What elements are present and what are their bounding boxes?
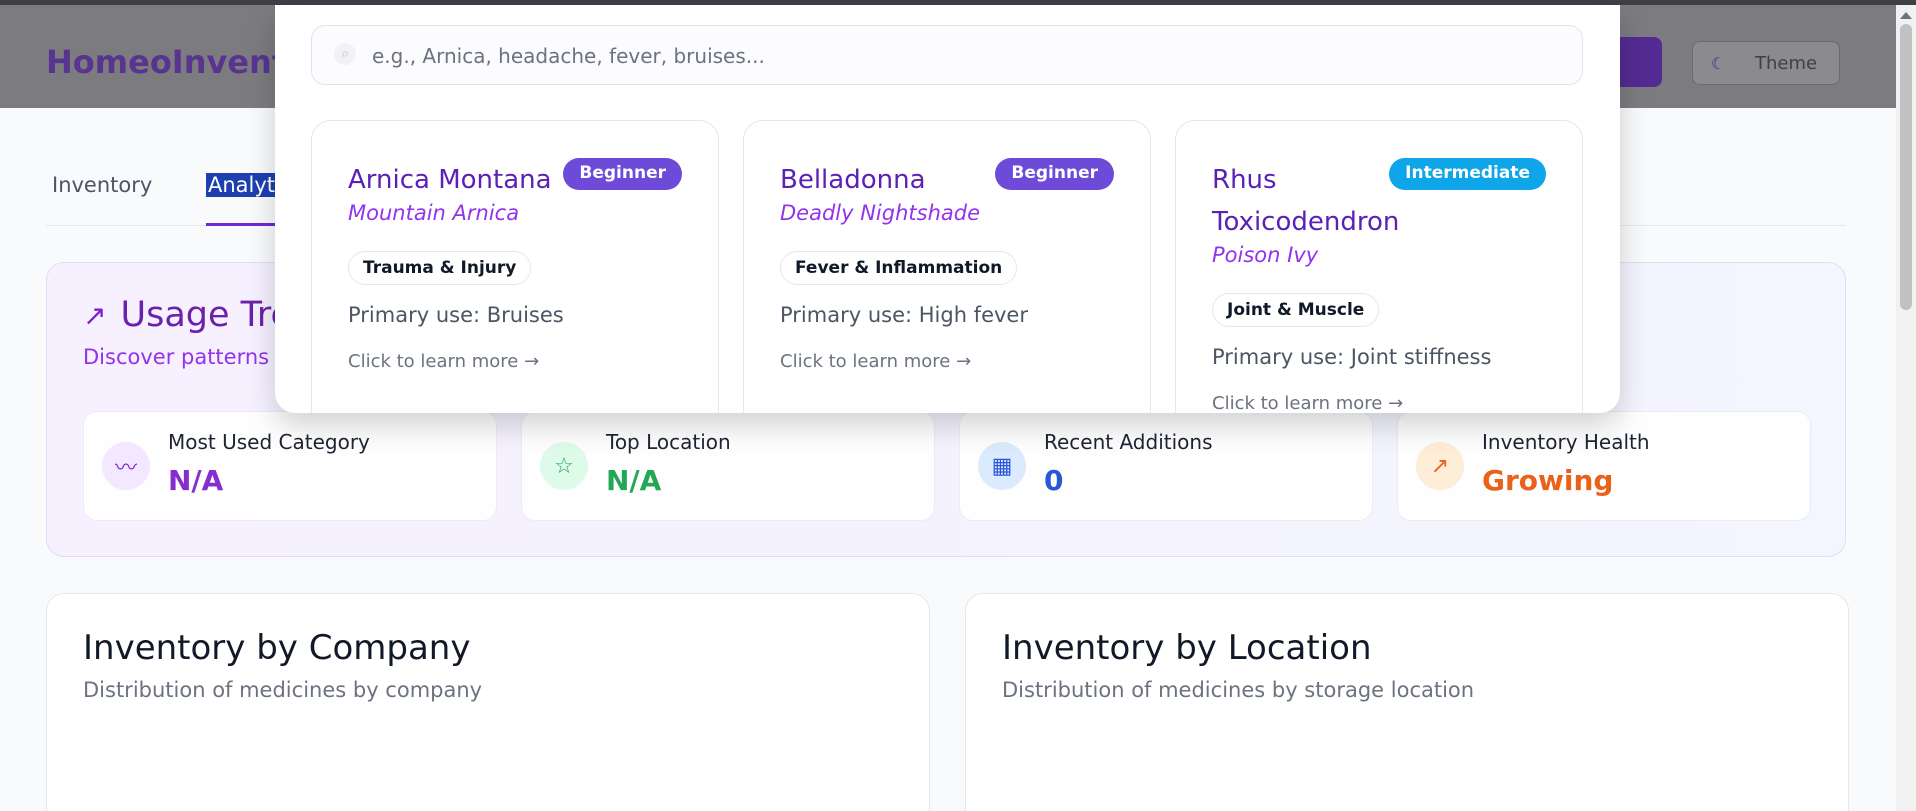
- scrollbar-thumb[interactable]: [1900, 24, 1912, 310]
- level-badge: Beginner: [563, 158, 682, 190]
- activity-icon: 〰: [102, 442, 150, 490]
- learn-more-link[interactable]: Click to learn more →: [348, 351, 539, 372]
- level-badge: Intermediate: [1389, 158, 1546, 190]
- learn-more-link[interactable]: Click to learn more →: [780, 351, 971, 372]
- panel-title: Inventory by Location: [1002, 628, 1372, 668]
- remedy-name: Belladonna: [780, 165, 926, 195]
- inventory-by-company-panel: Inventory by Company Distribution of med…: [46, 593, 930, 811]
- tab-inventory[interactable]: Inventory: [52, 168, 152, 226]
- search-icon: ⌕: [334, 43, 356, 65]
- primary-use: Primary use: Joint stiffness: [1212, 345, 1492, 369]
- remedy-common-name: Poison Ivy: [1212, 243, 1319, 267]
- category-tag: Joint & Muscle: [1212, 293, 1380, 327]
- inventory-by-location-panel: Inventory by Location Distribution of me…: [965, 593, 1849, 811]
- theme-toggle-button[interactable]: ☾ Theme: [1692, 41, 1840, 85]
- panel-title: Inventory by Company: [83, 628, 471, 668]
- level-badge: Beginner: [995, 158, 1114, 190]
- remedy-search-input[interactable]: [372, 36, 1552, 76]
- remedy-common-name: Mountain Arnica: [348, 201, 520, 225]
- category-tag: Fever & Inflammation: [780, 251, 1018, 285]
- trending-up-icon: ↗: [83, 298, 107, 332]
- moon-icon: ☾: [1711, 54, 1726, 73]
- primary-use: Primary use: Bruises: [348, 303, 564, 327]
- stat-inventory-health: ↗ Inventory Health Growing: [1397, 411, 1811, 521]
- theme-label: Theme: [1755, 53, 1818, 74]
- stat-most-used-category: 〰 Most Used Category N/A: [83, 411, 497, 521]
- remedy-card-rhus-toxicodendron[interactable]: Rhus Toxicodendron Intermediate Poison I…: [1175, 120, 1583, 413]
- stat-recent-additions: ▦ Recent Additions 0: [959, 411, 1373, 521]
- remedy-search-popover: ⌕ Arnica Montana Beginner Mountain Arnic…: [275, 5, 1620, 413]
- remedy-search-box: ⌕: [311, 25, 1583, 85]
- stat-top-location: ☆ Top Location N/A: [521, 411, 935, 521]
- remedy-card-arnica-montana[interactable]: Arnica Montana Beginner Mountain Arnica …: [311, 120, 719, 413]
- learn-more-link[interactable]: Click to learn more →: [1212, 393, 1403, 413]
- trending-up-icon: ↗: [1416, 442, 1464, 490]
- remedy-card-belladonna[interactable]: Belladonna Beginner Deadly Nightshade Fe…: [743, 120, 1151, 413]
- remedy-common-name: Deadly Nightshade: [780, 201, 981, 225]
- scroll-up-arrow-icon[interactable]: [1900, 12, 1912, 19]
- category-tag: Trauma & Injury: [348, 251, 532, 285]
- calendar-icon: ▦: [978, 442, 1026, 490]
- star-icon: ☆: [540, 442, 588, 490]
- remedy-name: Arnica Montana: [348, 165, 552, 195]
- primary-use: Primary use: High fever: [780, 303, 1028, 327]
- panel-subtitle: Distribution of medicines by storage loc…: [1002, 678, 1475, 702]
- panel-subtitle: Distribution of medicines by company: [83, 678, 483, 702]
